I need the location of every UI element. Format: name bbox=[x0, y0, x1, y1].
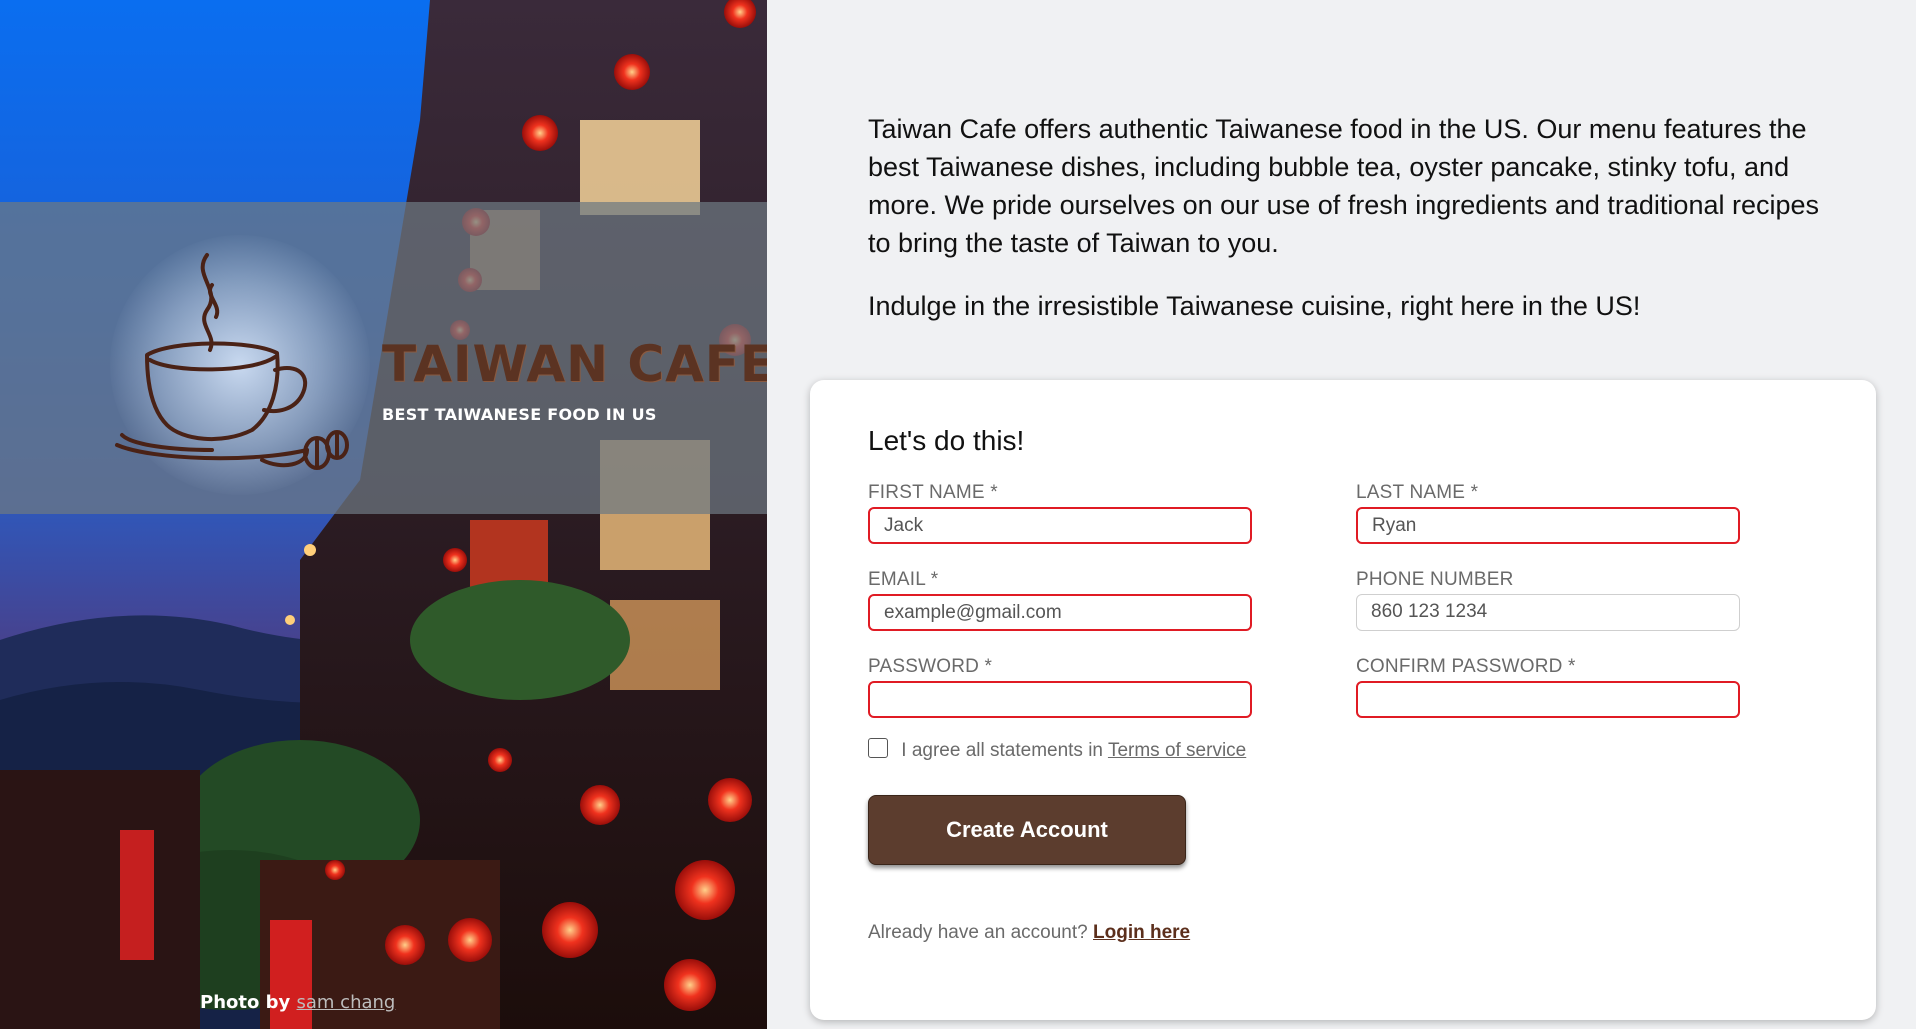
phone-group: PHONE NUMBER 860 123 1234 bbox=[1356, 569, 1740, 631]
photographer-link[interactable]: sam chang bbox=[297, 992, 396, 1013]
email-input[interactable]: example@gmail.com bbox=[868, 594, 1252, 631]
first-name-group: FIRST NAME * Jack bbox=[868, 482, 1252, 544]
intro-text: Taiwan Cafe offers authentic Taiwanese f… bbox=[868, 110, 1828, 350]
terms-checkbox[interactable] bbox=[868, 738, 888, 758]
coffee-cup-icon bbox=[115, 253, 349, 470]
first-name-input[interactable]: Jack bbox=[868, 507, 1252, 544]
hero-panel: TAIWAN CAFE BEST TAIWANESE FOOD IN US Ph… bbox=[0, 0, 767, 1029]
password-input[interactable] bbox=[868, 681, 1252, 718]
confirm-password-group: CONFIRM PASSWORD * bbox=[1356, 656, 1740, 718]
login-prompt: Already have an account? Login here bbox=[868, 922, 1190, 944]
brand-subtitle: BEST TAIWANESE FOOD IN US bbox=[382, 405, 657, 424]
password-group: PASSWORD * bbox=[868, 656, 1252, 718]
first-name-label: FIRST NAME * bbox=[868, 482, 998, 503]
terms-of-service-link[interactable]: Terms of service bbox=[1108, 740, 1246, 761]
terms-agreement-text: I agree all statements in bbox=[901, 740, 1103, 761]
brand-title: TAIWAN CAFE bbox=[382, 335, 767, 393]
email-group: EMAIL * example@gmail.com bbox=[868, 569, 1252, 631]
email-label: EMAIL * bbox=[868, 569, 939, 590]
create-account-button[interactable]: Create Account bbox=[868, 795, 1186, 865]
login-link[interactable]: Login here bbox=[1093, 922, 1190, 943]
intro-paragraph-1: Taiwan Cafe offers authentic Taiwanese f… bbox=[868, 114, 1820, 258]
signup-page: TAIWAN CAFE BEST TAIWANESE FOOD IN US Ph… bbox=[0, 0, 1916, 1029]
photo-credit-prefix: Photo by bbox=[200, 992, 291, 1013]
terms-agreement: I agree all statements in Terms of servi… bbox=[868, 738, 1246, 762]
phone-label: PHONE NUMBER bbox=[1356, 569, 1514, 590]
login-prompt-text: Already have an account? bbox=[868, 922, 1088, 943]
form-title: Let's do this! bbox=[868, 425, 1025, 456]
signup-card: Let's do this! FIRST NAME * Jack LAST NA… bbox=[810, 380, 1876, 1020]
confirm-password-label: CONFIRM PASSWORD * bbox=[1356, 656, 1576, 677]
last-name-label: LAST NAME * bbox=[1356, 482, 1479, 503]
phone-input[interactable]: 860 123 1234 bbox=[1356, 594, 1740, 631]
password-label: PASSWORD * bbox=[868, 656, 993, 677]
confirm-password-input[interactable] bbox=[1356, 681, 1740, 718]
intro-paragraph-2: Indulge in the irresistible Taiwanese cu… bbox=[868, 291, 1641, 321]
last-name-group: LAST NAME * Ryan bbox=[1356, 482, 1740, 544]
photo-credit: Photo by sam chang bbox=[200, 992, 395, 1013]
hero-photo bbox=[0, 0, 767, 1029]
last-name-input[interactable]: Ryan bbox=[1356, 507, 1740, 544]
